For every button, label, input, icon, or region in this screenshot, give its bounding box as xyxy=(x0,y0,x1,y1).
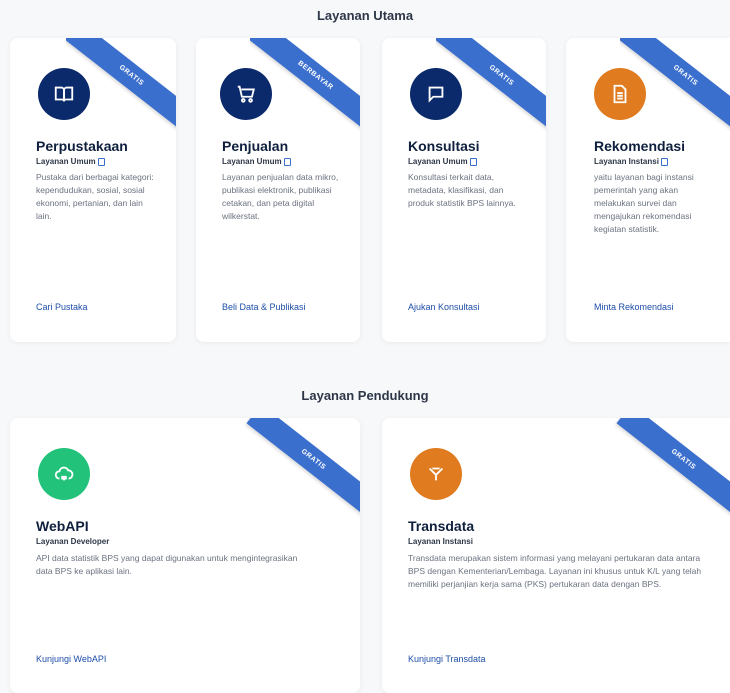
kunjungi-webapi-link[interactable]: Kunjungi WebAPI xyxy=(36,654,106,664)
beli-data-link[interactable]: Beli Data & Publikasi xyxy=(222,302,306,312)
card-subtitle: Layanan Umum xyxy=(408,157,477,166)
card-title: Rekomendasi xyxy=(594,138,686,154)
card-title: Penjualan xyxy=(222,138,289,154)
card-title: Perpustakaan xyxy=(36,138,128,154)
card-description: API data statistik BPS yang dapat diguna… xyxy=(36,553,298,576)
card-subtitle: Layanan Umum xyxy=(222,157,291,166)
service-card-webapi: GRATIS WebAPI Layanan Developer API data… xyxy=(10,418,360,693)
kunjungi-transdata-link[interactable]: Kunjungi Transdata xyxy=(408,654,486,664)
service-card-konsultasi: GRATIS Konsultasi Layanan Umum Konsultas… xyxy=(382,38,546,342)
free-ribbon: GRATIS xyxy=(616,418,730,516)
cart-icon xyxy=(220,68,272,120)
card-description: yaitu layanan bagi instansi pemerintah y… xyxy=(594,172,694,234)
card-subtitle: Layanan Developer xyxy=(36,537,110,546)
card-title: Konsultasi xyxy=(408,138,480,154)
section-title-pendukung: Layanan Pendukung xyxy=(301,388,429,403)
card-subtitle: Layanan Instansi xyxy=(594,157,668,166)
ajukan-konsultasi-link[interactable]: Ajukan Konsultasi xyxy=(408,302,480,312)
document-icon xyxy=(283,157,291,166)
service-card-transdata: GRATIS Transdata Layanan Instansi Transd… xyxy=(382,418,730,693)
service-card-penjualan: BERBAYAR Penjualan Layanan Umum Layanan … xyxy=(196,38,360,342)
card-subtitle: Layanan Instansi xyxy=(408,537,473,546)
section-title-utama: Layanan Utama xyxy=(316,8,414,23)
book-icon xyxy=(38,68,90,120)
document-icon xyxy=(97,157,105,166)
free-ribbon: GRATIS xyxy=(246,418,360,516)
chat-icon xyxy=(410,68,462,120)
card-description: Pustaka dari berbagai kategori: kependud… xyxy=(36,172,154,221)
card-description: Transdata merupakan sistem informasi yan… xyxy=(408,553,702,589)
card-description: Layanan penjualan data mikro, publikasi … xyxy=(222,172,339,221)
card-subtitle: Layanan Umum xyxy=(36,157,105,166)
service-card-perpustakaan: GRATIS Perpustakaan Layanan Umum Pustaka… xyxy=(10,38,176,342)
card-title: Transdata xyxy=(408,518,475,534)
transfer-icon xyxy=(410,448,462,500)
minta-rekomendasi-link[interactable]: Minta Rekomendasi xyxy=(594,302,674,312)
cari-pustaka-link[interactable]: Cari Pustaka xyxy=(36,302,88,312)
service-card-rekomendasi: GRATIS Rekomendasi Layanan Instansi yait… xyxy=(566,38,730,342)
document-icon xyxy=(594,68,646,120)
card-title: WebAPI xyxy=(36,518,89,534)
cloud-icon xyxy=(38,448,90,500)
document-icon xyxy=(469,157,477,166)
document-icon xyxy=(660,157,668,166)
card-description: Konsultasi terkait data, metadata, klasi… xyxy=(408,172,516,208)
